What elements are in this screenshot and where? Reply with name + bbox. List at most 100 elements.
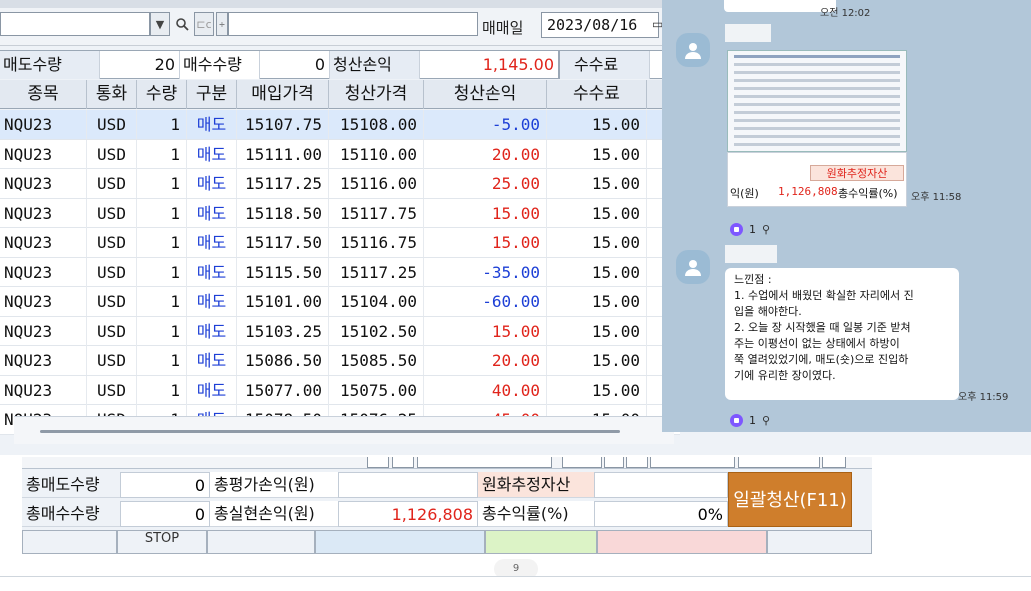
stop-button[interactable]: STOP xyxy=(117,530,207,554)
cell-qty: 1 xyxy=(137,346,187,375)
table-row[interactable]: NQU23 USD 1 매도 15086.50 15085.50 20.00 15.00 xyxy=(0,346,680,376)
search-icon[interactable] xyxy=(172,12,192,36)
table-row[interactable]: NQU23 USD 1 매도 15111.00 15110.00 20.00 15.00 xyxy=(0,139,680,169)
col-item[interactable]: 종목 xyxy=(0,80,87,109)
col-side[interactable]: 구분 xyxy=(187,80,237,109)
action-button[interactable] xyxy=(767,530,872,554)
thumb-asset-label: 원화추정자산 xyxy=(810,165,904,181)
table-row[interactable]: NQU23 USD 1 매도 15103.25 15102.50 15.00 15.00 xyxy=(0,316,680,346)
cell-pnl: 15.00 xyxy=(424,316,547,346)
col-currency[interactable]: 통화 xyxy=(87,80,137,109)
return-label: 총수익률(%) xyxy=(478,501,594,527)
table-row[interactable]: NQU23 USD 1 매도 15118.50 15117.75 15.00 15.00 xyxy=(0,198,680,228)
cell-currency: USD xyxy=(87,375,137,405)
cell-side: 매도 xyxy=(187,198,237,228)
table-row[interactable]: NQU23 USD 1 매도 15077.00 15075.00 40.00 15.00 xyxy=(0,375,680,405)
cell-buy-price: 15107.75 xyxy=(237,110,329,139)
action-button[interactable] xyxy=(485,530,597,554)
message-text: 느낀점 : 1. 수업에서 배웠던 확실한 자리에서 진 입을 해야한다. 2.… xyxy=(734,273,914,382)
cell-fee: 15.00 xyxy=(547,316,647,346)
sender-name xyxy=(725,245,777,263)
toolbar-stub[interactable] xyxy=(626,457,648,468)
cell-qty: 1 xyxy=(137,287,187,316)
chevron-down-icon[interactable]: ▼ xyxy=(150,12,170,36)
cell-item: NQU23 xyxy=(0,316,87,346)
thumb-pnl-value: 1,126,808 xyxy=(778,185,838,198)
cell-pnl: -5.00 xyxy=(424,110,547,139)
like-count: 1 xyxy=(749,222,756,236)
cell-fee: 15.00 xyxy=(547,139,647,169)
cell-close-price: 15075.00 xyxy=(329,375,424,405)
cell-buy-price: 15115.50 xyxy=(237,257,329,287)
code-picker-icon[interactable]: ⊏c xyxy=(194,12,214,36)
thumb-return-label: 총수익률(%) xyxy=(838,187,898,200)
action-button[interactable] xyxy=(22,530,117,554)
action-button[interactable] xyxy=(315,530,485,554)
cell-close-price: 15116.75 xyxy=(329,228,424,257)
cell-side: 매도 xyxy=(187,257,237,287)
cell-item: NQU23 xyxy=(0,139,87,169)
toolbar-stub[interactable] xyxy=(738,457,820,468)
cell-close-price: 15116.00 xyxy=(329,169,424,198)
col-pnl[interactable]: 청산손익 xyxy=(424,80,547,109)
toolbar-stub[interactable] xyxy=(367,457,389,468)
col-qty[interactable]: 수량 xyxy=(137,80,187,109)
total-sell-value: 0 xyxy=(120,472,210,498)
cell-item: NQU23 xyxy=(0,375,87,405)
table-row[interactable]: NQU23 USD 1 매도 15115.50 15117.25 -35.00 15.00 xyxy=(0,257,680,287)
trade-date-field[interactable]: 2023/08/16 xyxy=(541,12,659,38)
avatar[interactable] xyxy=(676,33,710,67)
action-button[interactable] xyxy=(207,530,315,554)
col-close-price[interactable]: 청산가격 xyxy=(329,80,424,109)
col-buy-price[interactable]: 매입가격 xyxy=(237,80,329,109)
col-fee[interactable]: 수수료 xyxy=(547,80,647,109)
cell-close-price: 15110.00 xyxy=(329,139,424,169)
cell-buy-price: 15077.00 xyxy=(237,375,329,405)
cell-currency: USD xyxy=(87,228,137,257)
cell-buy-price: 15118.50 xyxy=(237,198,329,228)
toolbar-stub[interactable] xyxy=(822,457,846,468)
cell-close-price: 15102.50 xyxy=(329,316,424,346)
cell-close-price: 15117.75 xyxy=(329,198,424,228)
eval-pnl-label: 총평가손익(원) xyxy=(210,472,338,498)
cell-item: NQU23 xyxy=(0,110,87,139)
avatar[interactable] xyxy=(676,250,710,284)
cell-qty: 1 xyxy=(137,375,187,405)
code-combo[interactable] xyxy=(0,12,150,36)
toolbar-stub[interactable] xyxy=(417,457,552,468)
return-value: 0% xyxy=(594,501,728,527)
screenshot-thumbnail[interactable] xyxy=(727,50,907,152)
toolbar-stub[interactable] xyxy=(604,457,624,468)
cell-item: NQU23 xyxy=(0,346,87,375)
cell-buy-price: 15111.00 xyxy=(237,139,329,169)
cell-currency: USD xyxy=(87,139,137,169)
cell-pnl: 15.00 xyxy=(424,198,547,228)
horizontal-scrollbar[interactable] xyxy=(40,430,620,433)
reaction-bar[interactable]: 1 ⚲ xyxy=(730,220,770,238)
action-button[interactable] xyxy=(597,530,767,554)
cell-fee: 15.00 xyxy=(547,228,647,257)
toolbar-stub[interactable] xyxy=(562,457,602,468)
cell-currency: USD xyxy=(87,346,137,375)
table-row[interactable]: NQU23 USD 1 매도 15117.50 15116.75 15.00 15.00 xyxy=(0,228,680,258)
name-field[interactable] xyxy=(228,12,478,36)
cell-item: NQU23 xyxy=(0,228,87,257)
toolbar-stub[interactable] xyxy=(650,457,735,468)
screenshot-crop[interactable]: 원화추정자산 익(원) 1,126,808 총수익률(%) xyxy=(727,152,907,207)
table-row[interactable]: NQU23 USD 1 매도 15101.00 15104.00 -60.00 15.00 xyxy=(0,287,680,317)
cell-qty: 1 xyxy=(137,316,187,346)
table-row[interactable]: NQU23 USD 1 매도 15107.75 15108.00 -5.00 15.00 xyxy=(0,110,680,140)
cell-qty: 1 xyxy=(137,169,187,198)
cell-side: 매도 xyxy=(187,287,237,316)
bulk-liquidate-button[interactable]: 일괄청산(F11) xyxy=(728,472,852,527)
cell-side: 매도 xyxy=(187,169,237,198)
cell-currency: USD xyxy=(87,316,137,346)
spin-icon[interactable]: ÷ xyxy=(216,12,228,36)
toolbar-stub[interactable] xyxy=(392,457,414,468)
user-icon xyxy=(685,260,701,276)
cell-side: 매도 xyxy=(187,375,237,405)
table-row[interactable]: NQU23 USD 1 매도 15117.25 15116.00 25.00 15.00 xyxy=(0,169,680,199)
status-bar xyxy=(0,576,1031,591)
cell-item: NQU23 xyxy=(0,257,87,287)
reaction-bar[interactable]: 1 ⚲ xyxy=(730,411,770,429)
